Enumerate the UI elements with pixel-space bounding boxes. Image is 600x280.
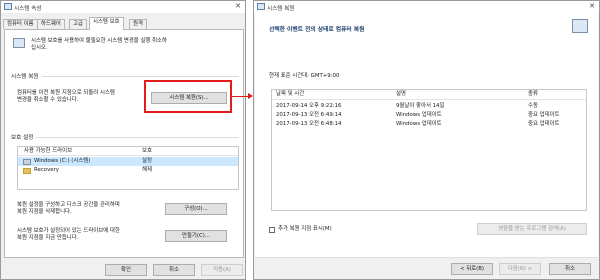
intro-line-2: 십시오. bbox=[31, 45, 48, 51]
restore-point-row[interactable]: 2017-09-13 오전 6:49:14 Windows 업데이트 중요 업데… bbox=[272, 111, 586, 120]
tab-hardware[interactable]: 하드웨어 bbox=[37, 19, 65, 29]
column-header-datetime[interactable]: 날짜 및 시간 bbox=[276, 90, 304, 99]
configure-button[interactable]: 구성(O)... bbox=[165, 203, 227, 215]
ok-button[interactable]: 확인 bbox=[105, 264, 147, 276]
drive-name: Windows (C:) (시스템) bbox=[34, 158, 91, 164]
restore-point-row[interactable]: 2017-09-13 오전 6:48:14 Windows 업데이트 중요 업데… bbox=[272, 120, 586, 129]
drive-row[interactable]: Windows (C:) (시스템) 설정 bbox=[18, 157, 238, 166]
tab-remote[interactable]: 원격 bbox=[129, 19, 147, 29]
restore-point-description: Windows 업데이트 bbox=[396, 121, 442, 127]
configure-text-1: 복원 설정을 구성하고 디스크 공간을 관리하며 bbox=[17, 202, 120, 208]
drive-protection: 설정 bbox=[142, 158, 152, 164]
next-button[interactable]: 다음(N) > bbox=[499, 263, 541, 275]
restore-point-description: Windows 업데이트 bbox=[396, 112, 442, 118]
drive-protection: 해제 bbox=[142, 167, 152, 173]
system-restore-dialog: 시스템 복원 ✕ 선택한 이벤트 전의 상태로 컴퓨터 복원 현재 표준 시간대… bbox=[253, 0, 600, 280]
configure-text-2: 복원 지점을 삭제합니다. bbox=[17, 209, 72, 215]
system-protection-panel: 시스템 보호를 사용하여 불필요한 시스템 변경을 실행 취소하 십시오. 시스… bbox=[4, 29, 244, 258]
create-button[interactable]: 만들기(C)... bbox=[165, 230, 227, 242]
title-bar: 시스템 복원 ✕ bbox=[254, 1, 599, 13]
tab-system-protection[interactable]: 시스템 보호 bbox=[89, 17, 124, 30]
create-text-2: 복원 지점을 지금 만듭니다. bbox=[17, 235, 79, 241]
close-icon[interactable]: ✕ bbox=[231, 1, 245, 12]
dialog-footer: < 뒤로(B) 다음(N) > 취소 bbox=[255, 257, 598, 279]
restore-text-1: 컴퓨터를 이전 복원 지점으로 되돌려 시스템 bbox=[17, 90, 115, 96]
window-title: 시스템 속성 bbox=[14, 6, 42, 12]
restore-point-type: 중요 업데이트 bbox=[528, 112, 560, 118]
protection-section-label: 보호 설정 bbox=[11, 133, 37, 141]
system-properties-icon bbox=[4, 3, 12, 10]
column-header-type[interactable]: 종류 bbox=[528, 90, 538, 99]
column-header-drive: 사용 가능한 드라이브 bbox=[24, 148, 73, 154]
scan-affected-programs-button[interactable]: 영향을 받는 프로그램 검색(A) bbox=[477, 223, 587, 235]
restore-heading: 선택한 이벤트 전의 상태로 컴퓨터 복원 bbox=[269, 27, 365, 33]
restore-point-type: 수동 bbox=[528, 103, 538, 109]
divider bbox=[13, 137, 239, 138]
restore-list-header: 날짜 및 시간 설명 종류 bbox=[272, 90, 586, 100]
system-restore-icon bbox=[257, 3, 265, 10]
restore-section-label: 시스템 복원 bbox=[11, 72, 42, 80]
close-icon[interactable]: ✕ bbox=[585, 1, 599, 12]
restore-text-2: 변경을 취소할 수 있습니다. bbox=[17, 97, 79, 103]
restore-computer-icon bbox=[572, 19, 588, 33]
restore-point-datetime: 2017-09-13 오전 6:48:14 bbox=[276, 121, 342, 127]
window-title: 시스템 복원 bbox=[267, 6, 295, 12]
drive-row[interactable]: Recovery 해제 bbox=[18, 166, 238, 175]
restore-point-description: 9월날이 좋아서 14일 bbox=[396, 103, 445, 109]
show-more-checkbox[interactable] bbox=[269, 227, 275, 233]
drive-icon bbox=[23, 159, 31, 165]
back-button[interactable]: < 뒤로(B) bbox=[451, 263, 493, 275]
cancel-button[interactable]: 취소 bbox=[153, 264, 195, 276]
column-header-description[interactable]: 설명 bbox=[396, 90, 406, 99]
restore-point-datetime: 2017-09-13 오전 6:49:14 bbox=[276, 112, 342, 118]
restore-point-type: 중요 업데이트 bbox=[528, 121, 560, 127]
drive-name: Recovery bbox=[34, 167, 59, 173]
title-bar: 시스템 속성 ✕ bbox=[1, 1, 245, 13]
timezone-label: 현재 표준 시간대: GMT+9:00 bbox=[269, 73, 340, 79]
tab-computer-name[interactable]: 컴퓨터 이름 bbox=[3, 19, 38, 29]
intro-line-1: 시스템 보호를 사용하여 불필요한 시스템 변경을 실행 취소하 bbox=[31, 38, 167, 44]
cancel-button[interactable]: 취소 bbox=[549, 263, 591, 275]
tab-advanced[interactable]: 고급 bbox=[69, 19, 87, 29]
drive-list[interactable]: 사용 가능한 드라이브 보호 Windows (C:) (시스템) 설정 Rec… bbox=[17, 146, 239, 190]
restore-points-list[interactable]: 날짜 및 시간 설명 종류 2017-09-14 오후 9:22:16 9월날이… bbox=[271, 89, 587, 211]
drive-list-header: 사용 가능한 드라이브 보호 bbox=[18, 147, 238, 156]
computer-icon bbox=[13, 38, 25, 48]
divider bbox=[13, 76, 239, 77]
restore-point-row[interactable]: 2017-09-14 오후 9:22:16 9월날이 좋아서 14일 수동 bbox=[272, 102, 586, 111]
folder-icon bbox=[23, 168, 31, 174]
restore-content: 선택한 이벤트 전의 상태로 컴퓨터 복원 현재 표준 시간대: GMT+9:0… bbox=[255, 13, 598, 257]
system-properties-dialog: 시스템 속성 ✕ 컴퓨터 이름 하드웨어 고급 시스템 보호 원격 시스템 보호… bbox=[0, 0, 246, 280]
apply-button[interactable]: 적용(A) bbox=[201, 264, 243, 276]
highlight-box bbox=[144, 80, 232, 113]
restore-point-datetime: 2017-09-14 오후 9:22:16 bbox=[276, 103, 342, 109]
show-more-label: 추가 복원 지점 표시(M) bbox=[278, 226, 332, 232]
create-text-1: 시스템 보호가 설정되어 있는 드라이브에 대한 bbox=[17, 228, 120, 234]
column-header-protection: 보호 bbox=[142, 148, 152, 154]
